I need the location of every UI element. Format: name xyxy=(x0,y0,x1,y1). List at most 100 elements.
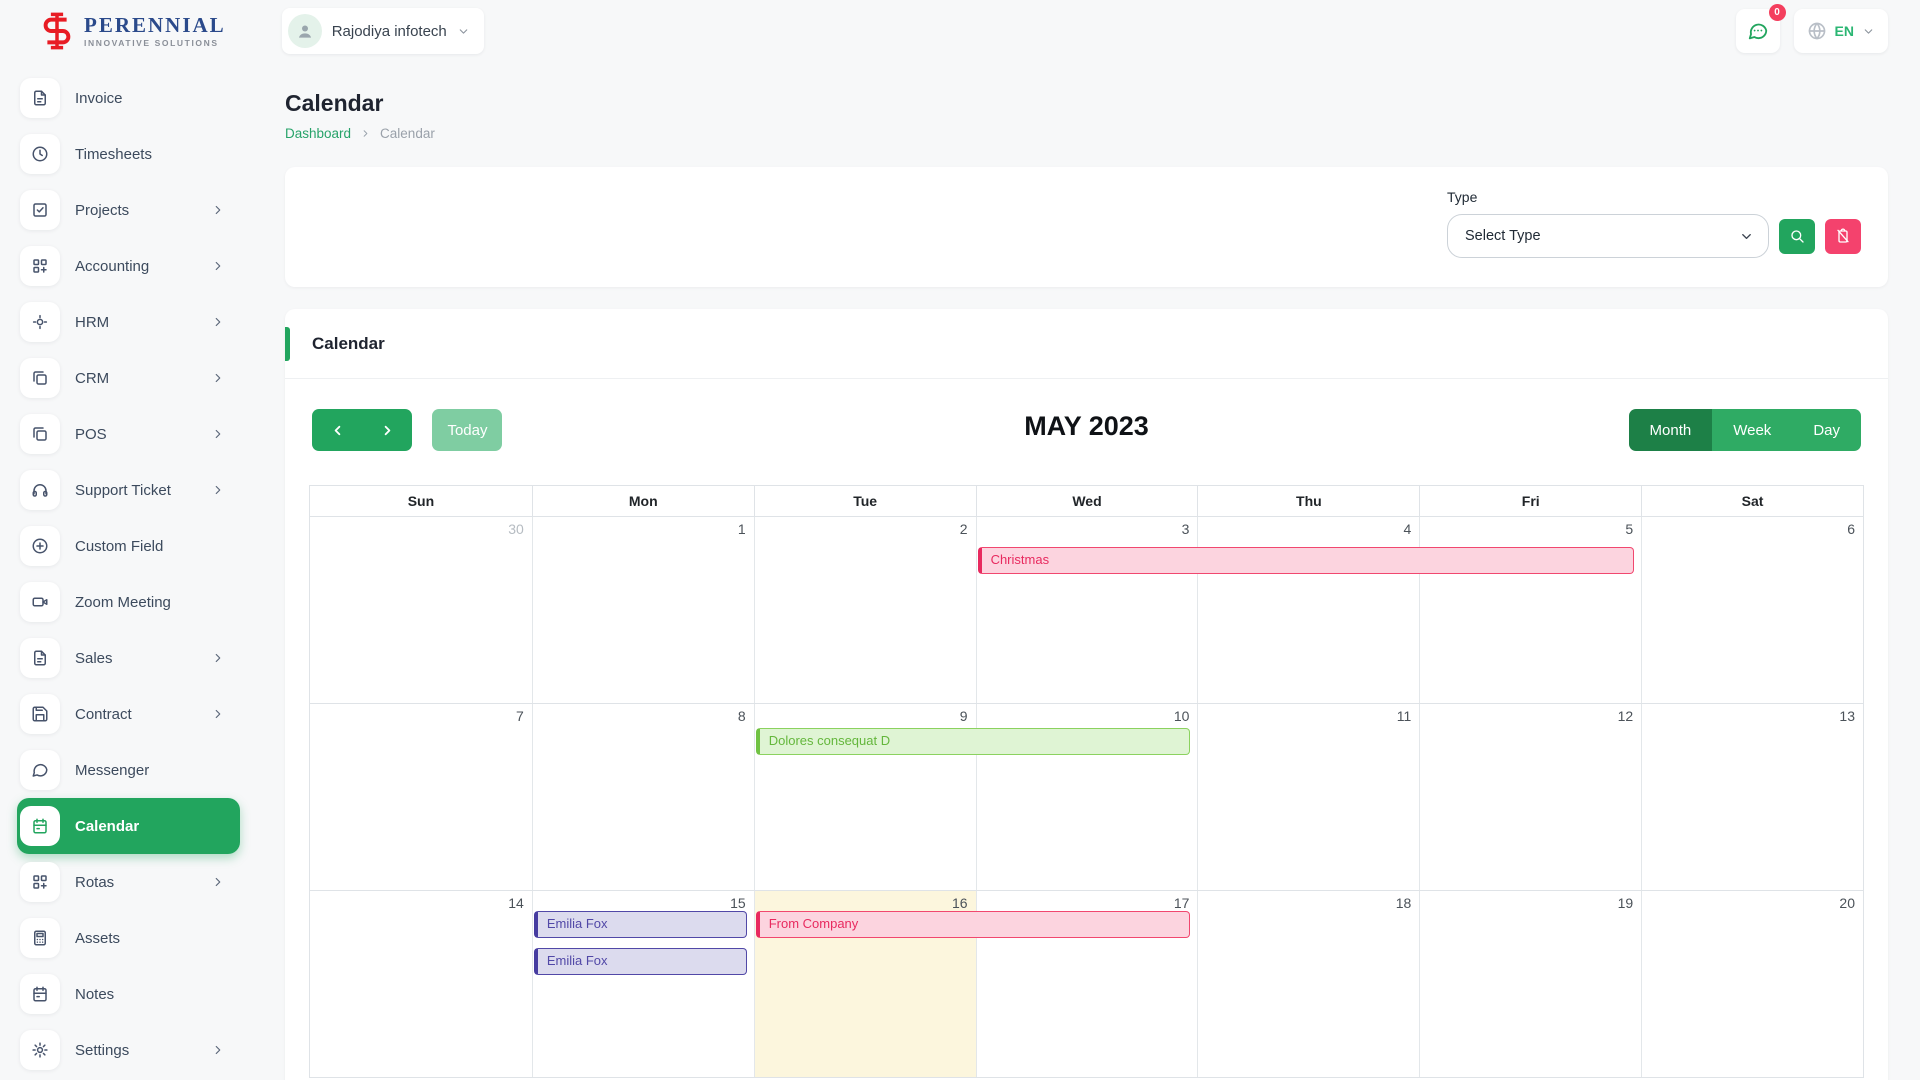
messages-count-badge: 0 xyxy=(1769,4,1786,21)
search-button[interactable] xyxy=(1779,219,1815,254)
day-cell[interactable]: 20 xyxy=(1641,891,1863,1077)
next-month-button[interactable] xyxy=(362,409,412,451)
calendar-event[interactable]: Emilia Fox xyxy=(534,911,747,938)
day-cell[interactable]: 8 xyxy=(532,704,754,890)
sidebar-item-rotas[interactable]: Rotas xyxy=(17,854,240,910)
sidebar-item-accounting[interactable]: Accounting xyxy=(17,238,240,294)
view-week-button[interactable]: Week xyxy=(1712,409,1792,451)
plus-circle-icon xyxy=(20,526,60,566)
chevron-right-icon xyxy=(211,259,225,273)
company-selector[interactable]: Rajodiya infotech xyxy=(282,8,484,54)
calendar-event[interactable]: Emilia Fox xyxy=(534,948,747,975)
save-icon xyxy=(20,694,60,734)
messages-button[interactable]: 0 xyxy=(1736,9,1780,53)
app-logo: PERENNIAL INNOVATIVE SOLUTIONS xyxy=(36,10,226,52)
language-selector[interactable]: EN xyxy=(1794,9,1888,53)
day-of-week-header: Sun Mon Tue Wed Thu Fri Sat xyxy=(310,486,1863,516)
calendar-card-title: Calendar xyxy=(312,334,385,354)
day-cell[interactable]: 6 xyxy=(1641,517,1863,703)
page-title: Calendar xyxy=(285,90,1888,117)
calendar-event[interactable]: From Company xyxy=(756,911,1191,938)
day-cell[interactable]: 2 xyxy=(754,517,976,703)
sidebar-item-settings[interactable]: Settings xyxy=(17,1022,240,1078)
chevron-right-icon xyxy=(211,203,225,217)
chevron-right-icon xyxy=(360,128,371,139)
sidebar-item-assets[interactable]: Assets xyxy=(17,910,240,966)
globe-icon xyxy=(1807,21,1827,41)
chevron-down-icon xyxy=(457,25,470,38)
sidebar-item-custom-field[interactable]: Custom Field xyxy=(17,518,240,574)
chevron-right-icon xyxy=(211,315,225,329)
view-day-button[interactable]: Day xyxy=(1792,409,1861,451)
calendar-icon xyxy=(20,806,60,846)
view-month-button[interactable]: Month xyxy=(1629,409,1713,451)
chevron-right-icon xyxy=(211,1043,225,1057)
breadcrumb-dashboard-link[interactable]: Dashboard xyxy=(285,126,351,141)
avatar xyxy=(288,14,322,48)
calculator-icon xyxy=(20,918,60,958)
file-icon xyxy=(20,638,60,678)
day-cell[interactable]: 12 xyxy=(1419,704,1641,890)
sidebar-item-notes[interactable]: Notes xyxy=(17,966,240,1022)
company-name: Rajodiya infotech xyxy=(332,23,447,40)
calendar-week: 30 1 2 3 4 5 6 Christmas xyxy=(310,516,1863,703)
sidebar-item-timesheets[interactable]: Timesheets xyxy=(17,126,240,182)
chevron-left-icon xyxy=(330,423,345,438)
day-cell[interactable]: 11 xyxy=(1197,704,1419,890)
calendar-month-title: MAY 2023 xyxy=(1024,411,1149,442)
day-cell[interactable]: 19 xyxy=(1419,891,1641,1077)
file-icon xyxy=(20,78,60,118)
copy-icon xyxy=(20,358,60,398)
sidebar-item-calendar[interactable]: Calendar xyxy=(17,798,240,854)
day-cell[interactable]: 30 xyxy=(310,517,532,703)
today-button[interactable]: Today xyxy=(432,409,502,451)
day-cell[interactable]: 7 xyxy=(310,704,532,890)
prev-month-button[interactable] xyxy=(312,409,362,451)
grid-plus-icon xyxy=(20,862,60,902)
main-content: Calendar Dashboard Calendar Type Select … xyxy=(246,62,1920,1080)
type-select[interactable]: Select Type xyxy=(1447,214,1769,258)
chevron-down-icon xyxy=(1739,229,1754,244)
day-cell[interactable]: 4 xyxy=(1197,517,1419,703)
calendar-week: 14 15 16 17 18 19 20 Emilia Fox Emilia F… xyxy=(310,890,1863,1077)
chevron-right-icon xyxy=(211,371,225,385)
sidebar-item-projects[interactable]: Projects xyxy=(17,182,240,238)
sidebar-item-messenger[interactable]: Messenger xyxy=(17,742,240,798)
sidebar-item-crm[interactable]: CRM xyxy=(17,350,240,406)
day-cell[interactable]: 18 xyxy=(1197,891,1419,1077)
chevron-right-icon xyxy=(380,423,395,438)
calendar-card: Calendar Today MAY 2023 Month Week Day S… xyxy=(285,309,1888,1080)
logo-brand-text: PERENNIAL xyxy=(84,15,226,36)
reset-filter-button[interactable] xyxy=(1825,219,1861,254)
day-cell[interactable]: 5 xyxy=(1419,517,1641,703)
clock-icon xyxy=(20,134,60,174)
sidebar-item-hrm[interactable]: HRM xyxy=(17,294,240,350)
logo-tagline-text: INNOVATIVE SOLUTIONS xyxy=(84,39,226,48)
day-cell[interactable]: 14 xyxy=(310,891,532,1077)
headphones-icon xyxy=(20,470,60,510)
chat-icon xyxy=(1747,20,1769,42)
sidebar-item-sales[interactable]: Sales xyxy=(17,630,240,686)
sidebar-item-contract[interactable]: Contract xyxy=(17,686,240,742)
video-icon xyxy=(20,582,60,622)
grid-plus-icon xyxy=(20,246,60,286)
sidebar-item-zoom-meeting[interactable]: Zoom Meeting xyxy=(17,574,240,630)
chevron-down-icon xyxy=(1862,25,1875,38)
type-filter-label: Type xyxy=(1447,189,1861,205)
sidebar-item-pos[interactable]: POS xyxy=(17,406,240,462)
calendar-grid: Sun Mon Tue Wed Thu Fri Sat 30 1 2 3 4 5… xyxy=(309,485,1864,1078)
sidebar: Invoice Timesheets Projects Accounting H… xyxy=(0,62,246,1080)
day-cell[interactable]: 13 xyxy=(1641,704,1863,890)
day-cell[interactable]: 1 xyxy=(532,517,754,703)
sidebar-item-invoice[interactable]: Invoice xyxy=(17,70,240,126)
calendar-event[interactable]: Dolores consequat D xyxy=(756,728,1191,755)
calendar-event[interactable]: Christmas xyxy=(978,547,1635,574)
search-icon xyxy=(1789,228,1805,244)
day-cell[interactable]: 3 xyxy=(976,517,1198,703)
breadcrumb-current: Calendar xyxy=(380,126,435,141)
sidebar-item-support-ticket[interactable]: Support Ticket xyxy=(17,462,240,518)
chevron-right-icon xyxy=(211,707,225,721)
clipboard-slash-icon xyxy=(1835,228,1851,244)
chevron-right-icon xyxy=(211,651,225,665)
calendar-toolbar: Today MAY 2023 Month Week Day xyxy=(285,379,1888,477)
